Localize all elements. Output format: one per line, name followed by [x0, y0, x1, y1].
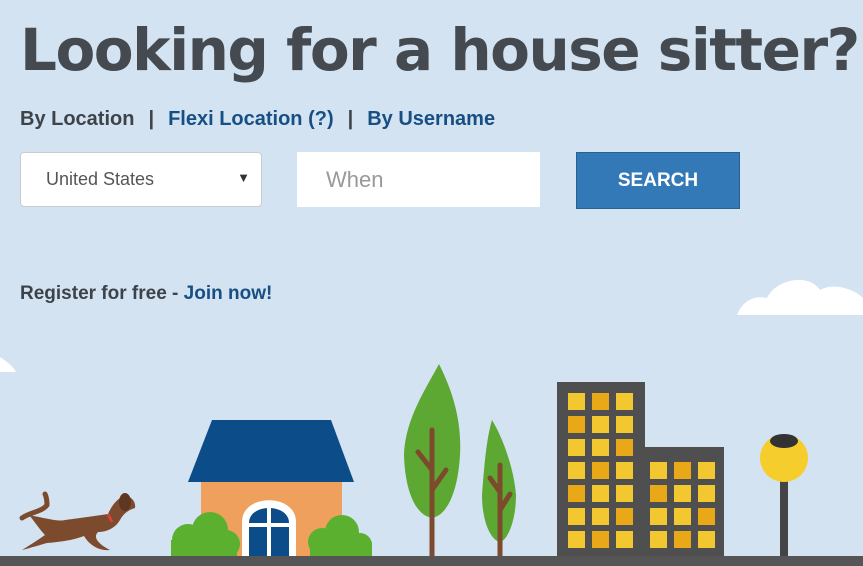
building-window: [650, 508, 667, 525]
tree-icon: [482, 420, 516, 561]
building-window: [650, 485, 667, 502]
building-window: [568, 485, 585, 502]
building-window: [650, 462, 667, 479]
building-window: [698, 508, 715, 525]
building-window: [592, 485, 609, 502]
building-window: [674, 508, 691, 525]
building-window: [616, 462, 633, 479]
building-window: [568, 462, 585, 479]
building-window: [698, 462, 715, 479]
building-window: [616, 393, 633, 410]
building-window: [568, 439, 585, 456]
cloud-icon: [0, 357, 16, 372]
building-window: [698, 531, 715, 548]
building-window: [698, 485, 715, 502]
building-window: [568, 531, 585, 548]
tree-icon: [404, 364, 461, 561]
building-window: [568, 416, 585, 433]
building-window: [674, 485, 691, 502]
building-window: [616, 416, 633, 433]
apartment-building-icon: [557, 382, 724, 558]
building-window: [592, 462, 609, 479]
building-window: [616, 485, 633, 502]
building-window: [592, 439, 609, 456]
building-window: [568, 393, 585, 410]
street-lamp-icon: [760, 434, 808, 558]
building-window: [674, 531, 691, 548]
building-window: [592, 508, 609, 525]
building-window: [650, 531, 667, 548]
building-window: [568, 508, 585, 525]
ground-strip: [0, 556, 863, 566]
building-window: [592, 531, 609, 548]
building-window: [616, 531, 633, 548]
building-window: [674, 462, 691, 479]
dog-icon: [19, 491, 136, 551]
building-window: [592, 393, 609, 410]
cloud-icon: [737, 279, 863, 315]
building-window: [616, 508, 633, 525]
building-window: [616, 439, 633, 456]
neighborhood-illustration: [0, 279, 863, 566]
building-window: [592, 416, 609, 433]
